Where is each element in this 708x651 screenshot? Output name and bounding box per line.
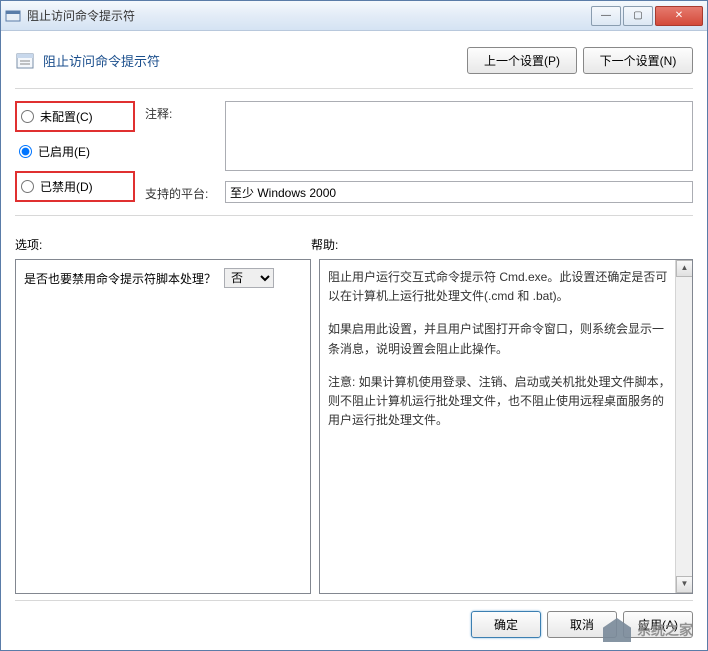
platform-row: 支持的平台: bbox=[145, 181, 693, 203]
prev-setting-label: 上一个设置(P) bbox=[484, 54, 560, 68]
help-label: 帮助: bbox=[311, 236, 338, 253]
help-scrollbar[interactable]: ▲ ▼ bbox=[675, 260, 692, 593]
close-button[interactable]: ✕ bbox=[655, 6, 703, 26]
next-setting-button[interactable]: 下一个设置(N) bbox=[583, 47, 693, 74]
radio-disabled[interactable]: 已禁用(D) bbox=[15, 171, 135, 202]
panel-labels: 选项: 帮助: bbox=[15, 236, 693, 253]
help-paragraph-2: 如果启用此设置，并且用户试图打开命令窗口，则系统会显示一条消息，说明设置会阻止此… bbox=[328, 320, 674, 358]
scroll-up-button[interactable]: ▲ bbox=[676, 260, 693, 277]
scroll-down-button[interactable]: ▼ bbox=[676, 576, 693, 593]
radio-enabled-input[interactable] bbox=[19, 145, 32, 158]
help-paragraph-1: 阻止用户运行交互式命令提示符 Cmd.exe。此设置还确定是否可以在计算机上运行… bbox=[328, 268, 674, 306]
info-column: 注释: 支持的平台: bbox=[135, 101, 693, 213]
platform-label: 支持的平台: bbox=[145, 181, 225, 203]
comment-textarea[interactable] bbox=[225, 101, 693, 171]
config-area: 未配置(C) 已启用(E) 已禁用(D) 注释: 支持的平台: bbox=[15, 101, 693, 213]
lower-area: 选项: 帮助: 是否也要禁用命令提示符脚本处理？ 否 阻止用户运行交互式命令提示… bbox=[15, 236, 693, 594]
apply-button[interactable]: 应用(A) bbox=[623, 611, 693, 638]
dialog-content: 阻止访问命令提示符 上一个设置(P) 下一个设置(N) 未配置(C) 已启用(E… bbox=[1, 31, 707, 604]
divider bbox=[15, 88, 693, 89]
option-select[interactable]: 否 bbox=[224, 268, 274, 288]
titlebar: 阻止访问命令提示符 — ▢ ✕ bbox=[1, 1, 707, 31]
options-panel: 是否也要禁用命令提示符脚本处理？ 否 bbox=[15, 259, 311, 594]
titlebar-title: 阻止访问命令提示符 bbox=[27, 7, 589, 24]
cancel-button-label: 取消 bbox=[570, 618, 594, 632]
options-label: 选项: bbox=[15, 236, 311, 253]
radio-group: 未配置(C) 已启用(E) 已禁用(D) bbox=[15, 101, 135, 213]
prev-setting-button[interactable]: 上一个设置(P) bbox=[467, 47, 577, 74]
radio-enabled-label: 已启用(E) bbox=[38, 143, 90, 160]
header-row: 阻止访问命令提示符 上一个设置(P) 下一个设置(N) bbox=[15, 41, 693, 86]
radio-disabled-input[interactable] bbox=[21, 180, 34, 193]
comment-row: 注释: bbox=[145, 101, 693, 171]
cancel-button[interactable]: 取消 bbox=[547, 611, 617, 638]
policy-title: 阻止访问命令提示符 bbox=[43, 51, 461, 70]
minimize-button[interactable]: — bbox=[591, 6, 621, 26]
lower-panels: 是否也要禁用命令提示符脚本处理？ 否 阻止用户运行交互式命令提示符 Cmd.ex… bbox=[15, 259, 693, 594]
maximize-button[interactable]: ▢ bbox=[623, 6, 653, 26]
comment-label: 注释: bbox=[145, 101, 225, 171]
next-setting-label: 下一个设置(N) bbox=[600, 54, 677, 68]
platform-field bbox=[225, 181, 693, 203]
radio-disabled-label: 已禁用(D) bbox=[40, 178, 93, 195]
ok-button-label: 确定 bbox=[494, 618, 518, 632]
radio-not-configured-label: 未配置(C) bbox=[40, 108, 93, 125]
radio-enabled[interactable]: 已启用(E) bbox=[15, 138, 135, 165]
app-icon bbox=[5, 8, 21, 24]
ok-button[interactable]: 确定 bbox=[471, 611, 541, 638]
divider-2 bbox=[15, 215, 693, 216]
dialog-window: 阻止访问命令提示符 — ▢ ✕ 阻止访问命令提示符 上一个设置(P) 下一个设置… bbox=[0, 0, 708, 651]
dialog-footer: 确定 取消 应用(A) bbox=[15, 600, 693, 638]
help-paragraph-3: 注意: 如果计算机使用登录、注销、启动或关机批处理文件脚本，则不阻止计算机运行批… bbox=[328, 373, 674, 431]
window-controls: — ▢ ✕ bbox=[589, 6, 703, 26]
option-question: 是否也要禁用命令提示符脚本处理？ bbox=[24, 270, 216, 287]
radio-not-configured-input[interactable] bbox=[21, 110, 34, 123]
radio-not-configured[interactable]: 未配置(C) bbox=[15, 101, 135, 132]
apply-button-label: 应用(A) bbox=[638, 618, 678, 632]
help-panel: 阻止用户运行交互式命令提示符 Cmd.exe。此设置还确定是否可以在计算机上运行… bbox=[319, 259, 693, 594]
policy-icon bbox=[15, 51, 35, 71]
option-row: 是否也要禁用命令提示符脚本处理？ 否 bbox=[24, 268, 302, 288]
